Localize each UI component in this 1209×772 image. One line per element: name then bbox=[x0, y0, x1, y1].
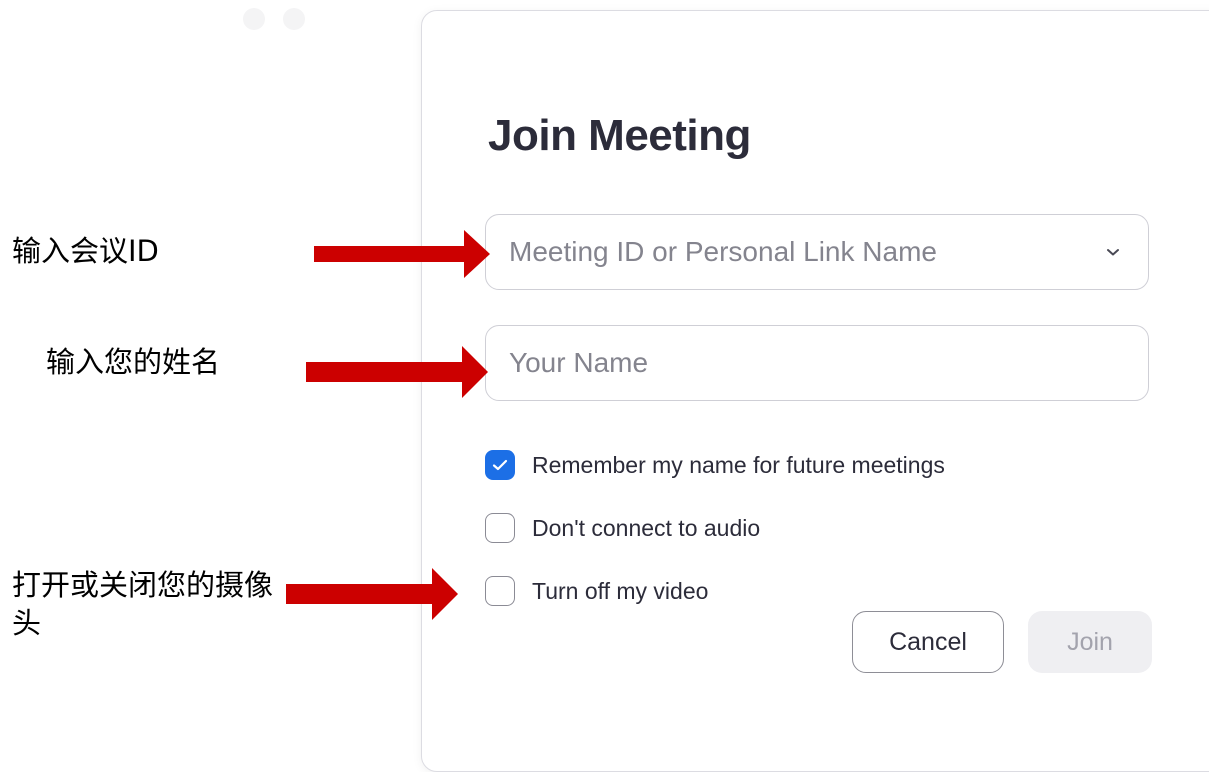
arrow-right-icon bbox=[306, 346, 488, 398]
annotation-name: 输入您的姓名 bbox=[46, 345, 221, 379]
no-audio-label[interactable]: Don't connect to audio bbox=[532, 515, 760, 542]
meeting-id-field[interactable] bbox=[485, 214, 1149, 290]
join-button[interactable]: Join bbox=[1028, 611, 1152, 673]
no-audio-option[interactable]: Don't connect to audio bbox=[485, 513, 760, 543]
your-name-input[interactable] bbox=[509, 347, 1148, 379]
remember-name-label[interactable]: Remember my name for future meetings bbox=[532, 452, 945, 479]
chevron-down-icon[interactable] bbox=[1102, 241, 1124, 263]
arrow-right-icon bbox=[314, 230, 490, 278]
arrow-right-icon bbox=[286, 568, 458, 620]
dialog-title: Join Meeting bbox=[488, 111, 751, 160]
window-controls bbox=[243, 8, 305, 30]
checkmark-icon bbox=[492, 459, 508, 471]
video-off-checkbox[interactable] bbox=[485, 576, 515, 606]
cancel-button[interactable]: Cancel bbox=[852, 611, 1004, 673]
join-meeting-dialog: Join Meeting Remember my name for future… bbox=[421, 10, 1209, 772]
remember-name-checkbox[interactable] bbox=[485, 450, 515, 480]
annotation-video: 打开或关闭您的摄像头 bbox=[12, 568, 274, 640]
remember-name-option[interactable]: Remember my name for future meetings bbox=[485, 450, 945, 480]
meeting-id-input[interactable] bbox=[509, 236, 1102, 268]
video-off-label[interactable]: Turn off my video bbox=[532, 578, 708, 605]
video-off-option[interactable]: Turn off my video bbox=[485, 576, 708, 606]
window-control-dot-icon[interactable] bbox=[283, 8, 305, 30]
your-name-field[interactable] bbox=[485, 325, 1149, 401]
window-control-dot-icon[interactable] bbox=[243, 8, 265, 30]
no-audio-checkbox[interactable] bbox=[485, 513, 515, 543]
annotation-meeting-id: 输入会议ID bbox=[12, 234, 159, 268]
